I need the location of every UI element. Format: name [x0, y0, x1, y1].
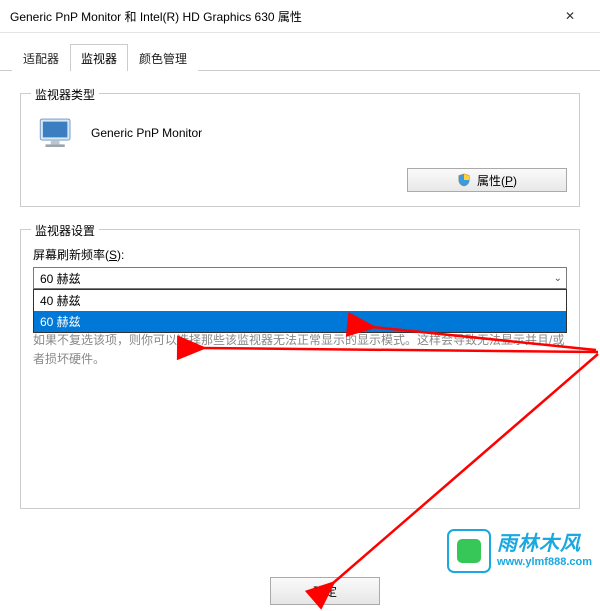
watermark-title: 雨林木风	[497, 533, 592, 556]
watermark: 雨林木风 www.ylmf888.com	[447, 529, 592, 573]
watermark-url: www.ylmf888.com	[497, 556, 592, 569]
tab-strip: 适配器 监视器 颜色管理	[0, 33, 600, 71]
group-monitor-settings-legend: 监视器设置	[31, 222, 99, 239]
hide-unsupported-hint: 如果不复选该项，则你可以选择那些该监视器无法正常显示的显示模式。这样会导致无法显…	[33, 331, 567, 369]
title-bar: Generic PnP Monitor 和 Intel(R) HD Graphi…	[0, 0, 600, 33]
refresh-rate-dropdown: 40 赫兹 60 赫兹	[33, 289, 567, 333]
dropdown-item-60hz[interactable]: 60 赫兹	[34, 311, 566, 332]
group-monitor-type: 监视器类型 Generic PnP Monitor	[20, 93, 580, 207]
group-monitor-type-legend: 监视器类型	[31, 86, 99, 103]
tab-content: 监视器类型 Generic PnP Monitor	[0, 71, 600, 521]
properties-button[interactable]: 属性(P)	[407, 168, 567, 192]
shield-icon	[457, 173, 471, 187]
properties-button-label: 属性(P)	[477, 172, 517, 189]
window-title: Generic PnP Monitor 和 Intel(R) HD Graphi…	[10, 8, 550, 25]
tab-adapter[interactable]: 适配器	[12, 44, 70, 71]
watermark-logo-icon	[447, 529, 491, 573]
chevron-down-icon: ⌄	[554, 273, 562, 284]
refresh-rate-value: 60 赫兹	[40, 270, 81, 287]
refresh-rate-label: 屏幕刷新频率(S):	[33, 246, 567, 263]
tab-monitor[interactable]: 监视器	[70, 44, 128, 71]
dialog-button-row: 确定	[0, 577, 600, 605]
refresh-rate-combobox[interactable]: 60 赫兹 ⌄ 40 赫兹 60 赫兹	[33, 267, 567, 289]
group-monitor-settings: 监视器设置 屏幕刷新频率(S): 60 赫兹 ⌄ 40 赫兹 60 赫兹 如果不…	[20, 229, 580, 509]
monitor-name: Generic PnP Monitor	[91, 126, 202, 140]
tab-color-management[interactable]: 颜色管理	[128, 44, 198, 71]
dropdown-item-40hz[interactable]: 40 赫兹	[34, 290, 566, 311]
monitor-icon	[35, 112, 77, 154]
monitor-row: Generic PnP Monitor	[33, 110, 567, 162]
close-button[interactable]: ✕	[550, 2, 590, 30]
ok-button[interactable]: 确定	[270, 577, 380, 605]
close-icon: ✕	[565, 9, 575, 23]
